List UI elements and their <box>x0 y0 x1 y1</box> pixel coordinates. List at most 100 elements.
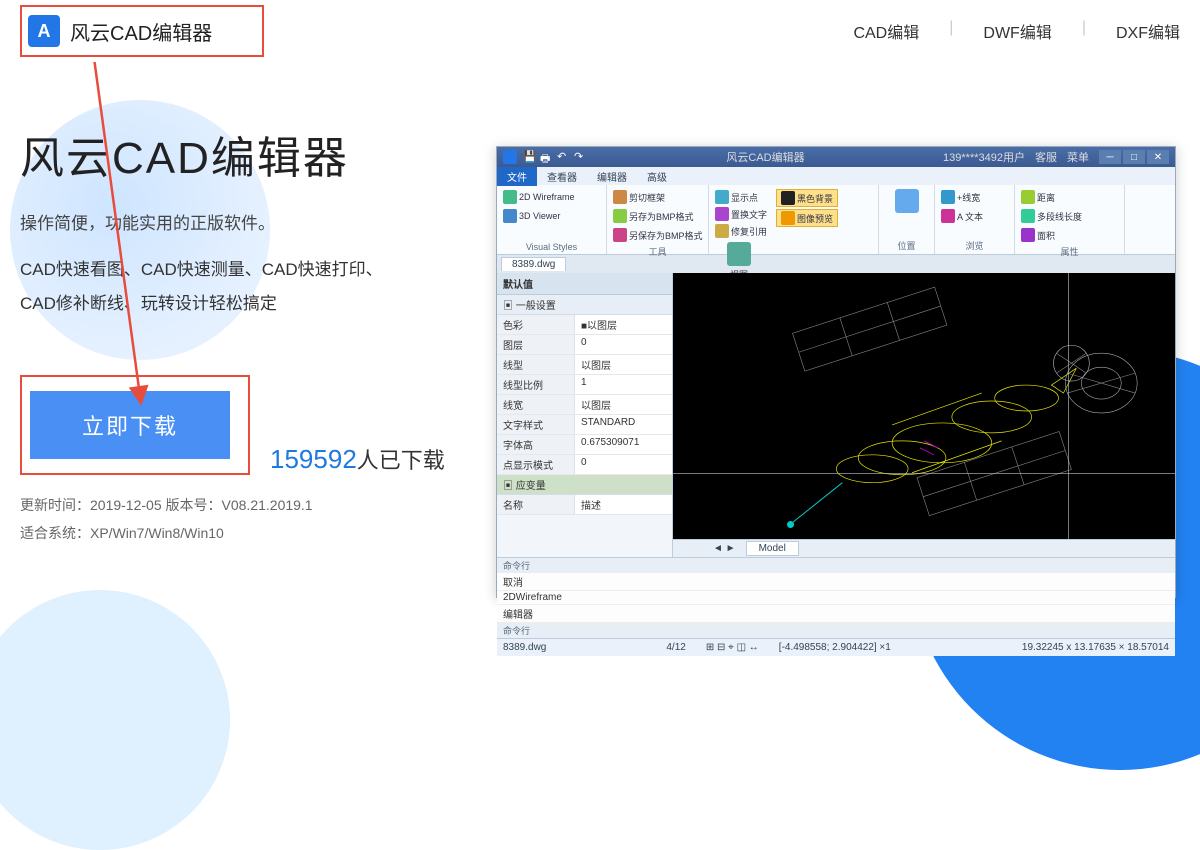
minimize-icon[interactable]: ─ <box>1099 150 1121 164</box>
cmd-line: 编辑器 <box>497 605 1175 623</box>
maximize-icon[interactable]: □ <box>1123 150 1145 164</box>
ribbon-group-cad-settings: 显示点 置换文字 修复引用 黑色背景 图像预览 视图 CAD绘画设置 <box>709 185 879 254</box>
props-row[interactable]: 字体高0.675309071 <box>497 435 672 455</box>
ribbon-tab-advanced[interactable]: 高级 <box>637 167 677 186</box>
ribbon-tab-edit[interactable]: 编辑器 <box>587 167 637 186</box>
logo-icon: A <box>28 15 60 47</box>
props-row[interactable]: 线型比例1 <box>497 375 672 395</box>
ribbon-tabs: 文件 查看器 编辑器 高级 <box>497 167 1175 185</box>
model-tab-bar: ◄ ► Model <box>673 539 1175 557</box>
props-group-vars[interactable]: ▣ 应变量 <box>497 475 672 495</box>
workspace: 默认值 ▣ 一般设置 色彩■以图层图层0线型以图层线型比例1线宽以图层文字样式S… <box>497 273 1175 557</box>
crosshair-vertical <box>1068 273 1069 539</box>
rib-save-bmp[interactable]: 另存为BMP格式 <box>611 208 705 224</box>
command-area: 命令行 取消 2DWireframe 编辑器 命令行 <box>497 557 1175 638</box>
props-row[interactable]: 文字样式STANDARD <box>497 415 672 435</box>
ribbon-group-position: 位置 <box>879 185 935 254</box>
props-row[interactable]: 色彩■以图层 <box>497 315 672 335</box>
ribbon-group-tools: 剪切框架 另存为BMP格式 另保存为BMP格式 工具 <box>607 185 709 254</box>
rib-text[interactable]: A 文本 <box>939 208 985 224</box>
nav-dxf[interactable]: DXF编辑 <box>1116 19 1180 43</box>
rib-position[interactable] <box>883 189 930 215</box>
properties-panel: 默认值 ▣ 一般设置 色彩■以图层图层0线型以图层线型比例1线宽以图层文字样式S… <box>497 273 673 557</box>
ribbon-group-visual-styles: 2D Wireframe 3D Viewer Visual Styles <box>497 185 607 254</box>
ribbon-group-attr: 距离 多段线长度 面积 属性 <box>1015 185 1125 254</box>
props-group-general[interactable]: ▣ 一般设置 <box>497 295 672 315</box>
meta-info: 更新时间：2019-12-05 版本号：V08.21.2019.1 适合系统：X… <box>20 491 470 547</box>
rib-cut-frame[interactable]: 剪切框架 <box>611 189 705 205</box>
ribbon-body: 2D Wireframe 3D Viewer Visual Styles 剪切框… <box>497 185 1175 255</box>
rib-show-point[interactable]: 显示点 <box>713 189 769 205</box>
model-tab[interactable]: Model <box>746 541 799 556</box>
rib-polyline-len[interactable]: 多段线长度 <box>1019 208 1084 224</box>
rib-lineweight[interactable]: +线宽 <box>939 189 985 205</box>
ribbon-tab-view[interactable]: 查看器 <box>537 167 587 186</box>
rib-image-preview[interactable]: 图像预览 <box>776 209 838 227</box>
props-row[interactable]: 图层0 <box>497 335 672 355</box>
cmd-label-2: 命令行 <box>497 623 1175 638</box>
rib-fix-ref[interactable]: 修复引用 <box>713 223 769 239</box>
status-coord1: [-4.498558; 2.904422] ×1 <box>779 642 891 653</box>
crosshair-horizontal <box>673 473 1175 474</box>
satellite-wireframe <box>673 273 1175 539</box>
logo-area[interactable]: A 风云CAD编辑器 <box>20 5 264 57</box>
document-tab-active[interactable]: 8389.dwg <box>501 257 566 271</box>
download-button[interactable]: 立即下载 <box>30 391 230 459</box>
status-file: 8389.dwg <box>503 642 546 653</box>
download-row: 立即下载 159592人已下载 <box>20 375 470 475</box>
ribbon-tab-file[interactable]: 文件 <box>497 167 537 186</box>
app-menu[interactable]: 菜单 <box>1067 149 1089 165</box>
download-highlight-box: 立即下载 <box>20 375 250 475</box>
rib-black-bg[interactable]: 黑色背景 <box>776 189 838 207</box>
meta-line-2: 适合系统：XP/Win7/Win8/Win10 <box>20 519 470 547</box>
ribbon-group-view: +线宽 A 文本 浏览 <box>935 185 1015 254</box>
qat-print-icon[interactable]: 🖶 <box>540 150 554 164</box>
top-nav: CAD编辑 | DWF编辑 | DXF编辑 <box>853 19 1180 43</box>
props-row[interactable]: 线型以图层 <box>497 355 672 375</box>
hero: 风云CAD编辑器 操作简便，功能实用的正版软件。 CAD快速看图、CAD快速测量… <box>0 62 470 547</box>
status-coord2: 19.32245 x 13.17635 × 18.57014 <box>1022 642 1169 653</box>
rib-distance[interactable]: 距离 <box>1019 189 1084 205</box>
props-head: 默认值 <box>497 273 672 295</box>
nav-divider: | <box>949 19 953 43</box>
app-title: 风云CAD编辑器 <box>588 149 943 165</box>
rib-save-bmp2[interactable]: 另保存为BMP格式 <box>611 227 705 243</box>
cmd-line: 2DWireframe <box>497 591 1175 605</box>
props-var-header: 名称 描述 <box>497 495 672 515</box>
window-controls: ─ □ ✕ <box>1099 150 1169 164</box>
cmd-line: 取消 <box>497 573 1175 591</box>
download-count-number: 159592 <box>270 444 357 474</box>
download-count-suffix: 人已下载 <box>357 448 445 473</box>
nav-dwf[interactable]: DWF编辑 <box>983 19 1051 43</box>
hero-feature-1: CAD快速看图、CAD快速测量、CAD快速打印、 <box>20 253 470 287</box>
hero-feature-2: CAD修补断线、玩转设计轻松搞定 <box>20 287 470 321</box>
rib-replace-text[interactable]: 置换文字 <box>713 206 769 222</box>
close-icon[interactable]: ✕ <box>1147 150 1169 164</box>
app-service[interactable]: 客服 <box>1035 149 1057 165</box>
visual-style-3d[interactable]: 3D Viewer <box>501 208 577 224</box>
nav-divider: | <box>1082 19 1086 43</box>
hero-title: 风云CAD编辑器 <box>20 122 470 186</box>
nav-cad[interactable]: CAD编辑 <box>853 19 919 43</box>
rib-area[interactable]: 面积 <box>1019 227 1084 243</box>
status-page: 4/12 <box>666 642 685 653</box>
hero-subtitle: 操作简便，功能实用的正版软件。 <box>20 210 470 237</box>
props-row[interactable]: 点显示模式0 <box>497 455 672 475</box>
status-snap-icons[interactable]: ⊞ ⊟ ⌖ ◫ ↔ <box>706 642 759 653</box>
props-row[interactable]: 线宽以图层 <box>497 395 672 415</box>
qat-undo-icon[interactable]: ↶ <box>557 150 571 164</box>
logo-text: 风云CAD编辑器 <box>70 17 212 46</box>
app-icon <box>503 150 517 164</box>
drawing-canvas[interactable]: ◄ ► Model <box>673 273 1175 557</box>
download-count: 159592人已下载 <box>270 443 445 475</box>
meta-line-1: 更新时间：2019-12-05 版本号：V08.21.2019.1 <box>20 491 470 519</box>
status-bar: 8389.dwg 4/12 ⊞ ⊟ ⌖ ◫ ↔ [-4.498558; 2.90… <box>497 638 1175 656</box>
app-screenshot: 💾 🖶 ↶ ↷ 风云CAD编辑器 139****3492用户 客服 菜单 ─ □… <box>496 146 1176 598</box>
visual-style-2d[interactable]: 2D Wireframe <box>501 189 577 205</box>
cmd-label-1: 命令行 <box>497 558 1175 573</box>
qat-save-icon[interactable]: 💾 <box>523 150 537 164</box>
qat-redo-icon[interactable]: ↷ <box>574 150 588 164</box>
site-header: A 风云CAD编辑器 CAD编辑 | DWF编辑 | DXF编辑 <box>0 0 1200 62</box>
app-user: 139****3492用户 <box>943 149 1025 165</box>
app-titlebar: 💾 🖶 ↶ ↷ 风云CAD编辑器 139****3492用户 客服 菜单 ─ □… <box>497 147 1175 167</box>
